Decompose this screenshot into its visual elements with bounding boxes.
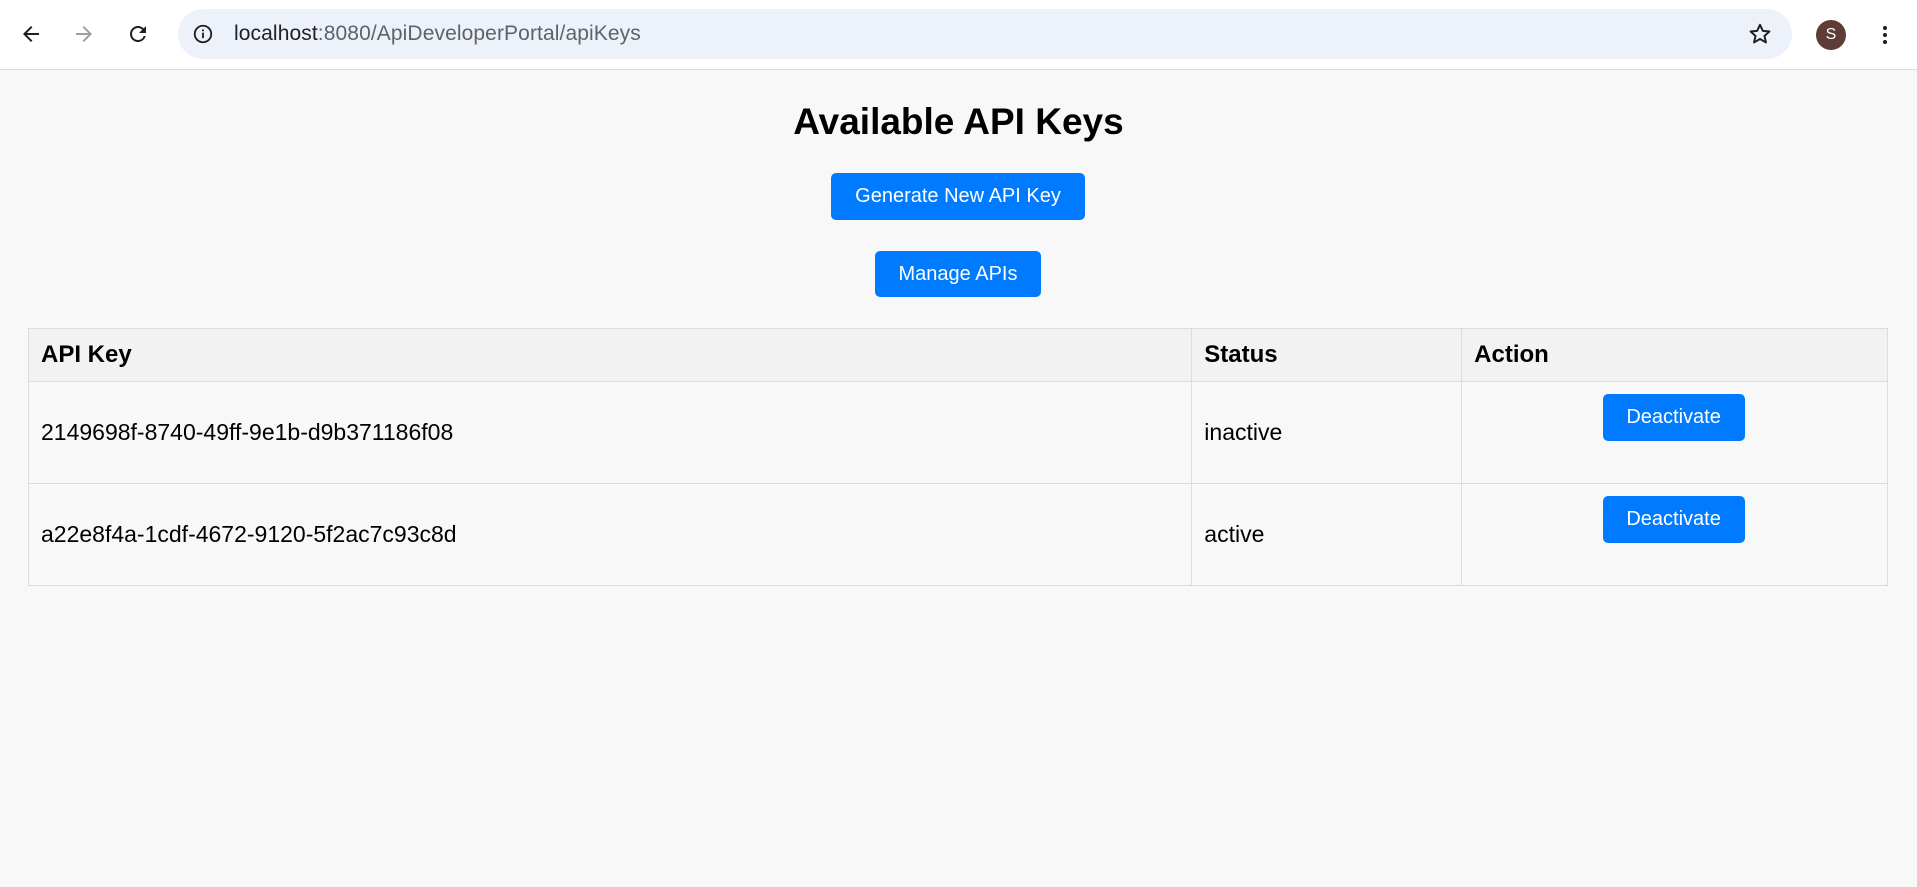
browser-toolbar: localhost:8080/ApiDeveloperPortal/apiKey…: [0, 0, 1917, 70]
column-header-api-key: API Key: [27, 328, 1193, 382]
arrow-left-icon: [23, 26, 39, 42]
api-keys-table: API Key Status Action 2149698f-8740-49ff…: [27, 328, 1888, 586]
arrow-right-icon: [76, 26, 92, 42]
deactivate-button[interactable]: Deactivate: [1602, 394, 1745, 441]
site-info-icon[interactable]: [190, 21, 216, 47]
manage-apis-button[interactable]: Manage APIs: [875, 251, 1041, 297]
forward-button[interactable]: [64, 14, 104, 54]
reload-icon: [130, 26, 146, 42]
table-header-row: API Key Status Action: [27, 328, 1888, 382]
column-header-action: Action: [1461, 328, 1888, 382]
url-path: :8080/ApiDeveloperPortal/apiKeys: [317, 22, 641, 45]
url-host: localhost: [234, 22, 318, 45]
page-content: Available API Keys Generate New API Key …: [0, 71, 1917, 887]
api-key-cell: a22e8f4a-1cdf-4672-9120-5f2ac7c93c8d: [27, 483, 1193, 586]
table-row: 2149698f-8740-49ff-9e1b-d9b371186f08 ina…: [27, 381, 1888, 484]
back-button[interactable]: [11, 14, 51, 54]
bookmark-star-icon[interactable]: [1746, 20, 1774, 48]
status-cell: inactive: [1191, 381, 1463, 484]
address-bar[interactable]: localhost:8080/ApiDeveloperPortal/apiKey…: [178, 9, 1792, 59]
table-row: a22e8f4a-1cdf-4672-9120-5f2ac7c93c8d act…: [27, 483, 1888, 586]
deactivate-button[interactable]: Deactivate: [1602, 496, 1745, 543]
api-key-cell: 2149698f-8740-49ff-9e1b-d9b371186f08: [27, 381, 1193, 484]
reload-button[interactable]: [118, 14, 158, 54]
action-cell: Deactivate: [1461, 381, 1888, 484]
more-menu-icon[interactable]: [1870, 16, 1900, 54]
action-cell: Deactivate: [1461, 483, 1888, 586]
column-header-status: Status: [1191, 328, 1463, 382]
profile-avatar[interactable]: S: [1816, 20, 1846, 50]
status-cell: active: [1191, 483, 1463, 586]
page-title: Available API Keys: [793, 101, 1124, 142]
url-text[interactable]: localhost:8080/ApiDeveloperPortal/apiKey…: [234, 9, 641, 59]
generate-api-key-button[interactable]: Generate New API Key: [831, 173, 1085, 220]
